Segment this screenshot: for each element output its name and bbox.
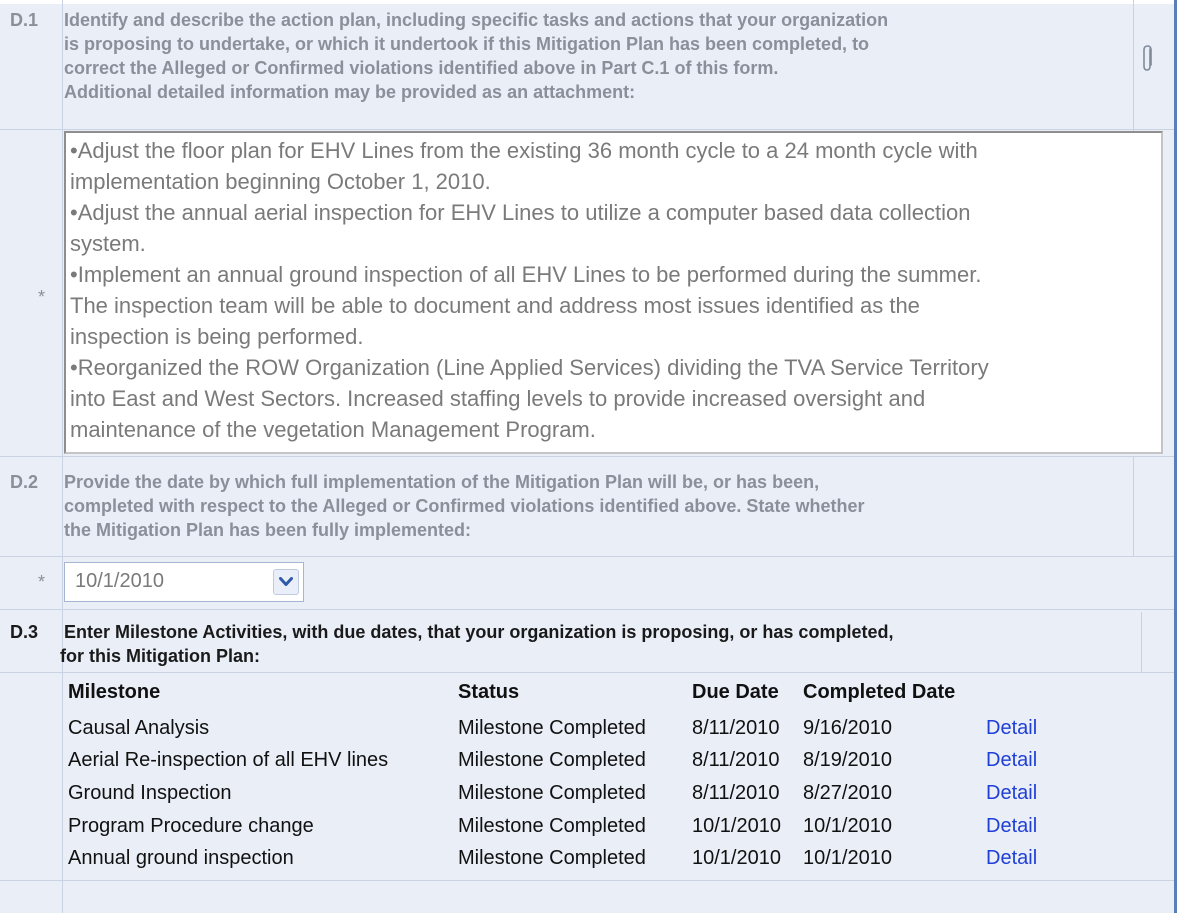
milestone-due-date: 10/1/2010 xyxy=(692,815,781,837)
icon-column-divider xyxy=(1133,0,1134,131)
paperclip-icon[interactable] xyxy=(1141,44,1155,74)
row-divider xyxy=(0,672,1174,673)
milestone-completed-date: 9/16/2010 xyxy=(803,717,892,739)
column-header-milestone: Milestone xyxy=(68,681,161,703)
milestone-status: Milestone Completed xyxy=(458,749,646,771)
milestone-completed-date: 8/27/2010 xyxy=(803,782,892,804)
answer-line: •Reorganized the ROW Organization (Line … xyxy=(70,355,989,380)
action-plan-textarea[interactable]: •Adjust the floor plan for EHV Lines fro… xyxy=(64,131,1163,454)
question-d3: Enter Milestone Activities, with due dat… xyxy=(60,620,894,668)
milestone-due-date: 8/11/2010 xyxy=(692,782,780,804)
date-value: 10/1/2010 xyxy=(75,570,164,592)
column-header-completed-date: Completed Date xyxy=(803,681,956,703)
milestone-status: Milestone Completed xyxy=(458,815,646,837)
milestone-name: Ground Inspection xyxy=(68,782,232,804)
answer-line: •Implement an annual ground inspection o… xyxy=(70,262,982,287)
answer-line: •Adjust the annual aerial inspection for… xyxy=(70,200,971,225)
milestone-completed-date: 8/19/2010 xyxy=(803,749,892,771)
detail-link[interactable]: Detail xyxy=(986,847,1037,870)
completion-date-select[interactable]: 10/1/2010 xyxy=(64,562,304,602)
milestone-completed-date: 10/1/2010 xyxy=(803,815,892,837)
answer-line: inspection is being performed. xyxy=(70,324,364,349)
question-line: Enter Milestone Activities, with due dat… xyxy=(64,622,894,642)
chevron-down-icon[interactable] xyxy=(273,569,299,595)
top-edge xyxy=(0,0,1174,4)
row-divider xyxy=(0,556,1174,557)
answer-line: into East and West Sectors. Increased st… xyxy=(70,386,926,411)
question-line: Provide the date by which full implement… xyxy=(64,472,820,492)
milestone-status: Milestone Completed xyxy=(458,717,646,739)
question-line: Additional detailed information may be p… xyxy=(64,82,636,102)
milestone-due-date: 10/1/2010 xyxy=(692,847,781,869)
detail-link[interactable]: Detail xyxy=(986,782,1037,805)
milestone-completed-date: 10/1/2010 xyxy=(803,847,892,869)
detail-link[interactable]: Detail xyxy=(986,815,1037,838)
detail-link[interactable]: Detail xyxy=(986,717,1037,740)
icon-column-divider xyxy=(1133,456,1134,556)
answer-line: implementation beginning October 1, 2010… xyxy=(70,169,491,194)
answer-line: •Adjust the floor plan for EHV Lines fro… xyxy=(70,138,978,163)
row-divider xyxy=(0,456,1174,457)
milestone-status: Milestone Completed xyxy=(458,847,646,869)
section-number-d2: D.2 xyxy=(10,472,39,492)
section-number-d1: D.1 xyxy=(10,10,39,30)
icon-column-divider xyxy=(1141,612,1142,672)
row-divider xyxy=(0,880,1174,881)
section-number-d3: D.3 xyxy=(10,622,39,642)
question-d1: Identify and describe the action plan, i… xyxy=(64,8,888,104)
milestone-status: Milestone Completed xyxy=(458,782,646,804)
mitigation-plan-panel: D.1 Identify and describe the action pla… xyxy=(0,0,1177,913)
column-header-status: Status xyxy=(458,681,520,703)
milestone-name: Aerial Re-inspection of all EHV lines xyxy=(68,749,389,771)
question-d2: Provide the date by which full implement… xyxy=(64,470,864,542)
milestone-name: Causal Analysis xyxy=(68,717,210,739)
answer-line: maintenance of the vegetation Management… xyxy=(70,417,596,442)
milestone-due-date: 8/11/2010 xyxy=(692,717,780,739)
question-line: for this Mitigation Plan: xyxy=(60,646,260,666)
answer-line: The inspection team will be able to docu… xyxy=(70,293,920,318)
question-line: the Mitigation Plan has been fully imple… xyxy=(64,520,472,540)
milestone-name: Annual ground inspection xyxy=(68,847,294,869)
milestone-due-date: 8/11/2010 xyxy=(692,749,780,771)
detail-link[interactable]: Detail xyxy=(986,749,1037,772)
question-line: is proposing to undertake, or which it u… xyxy=(64,34,870,54)
required-marker: * xyxy=(38,287,46,307)
row-divider xyxy=(0,609,1174,610)
milestone-name: Program Procedure change xyxy=(68,815,314,837)
column-header-due-date: Due Date xyxy=(692,681,779,703)
question-line: Identify and describe the action plan, i… xyxy=(64,10,889,30)
required-marker: * xyxy=(38,572,46,592)
answer-line: system. xyxy=(70,231,146,256)
row-divider xyxy=(0,129,1174,130)
question-line: correct the Alleged or Confirmed violati… xyxy=(64,58,779,78)
question-line: completed with respect to the Alleged or… xyxy=(64,496,865,516)
